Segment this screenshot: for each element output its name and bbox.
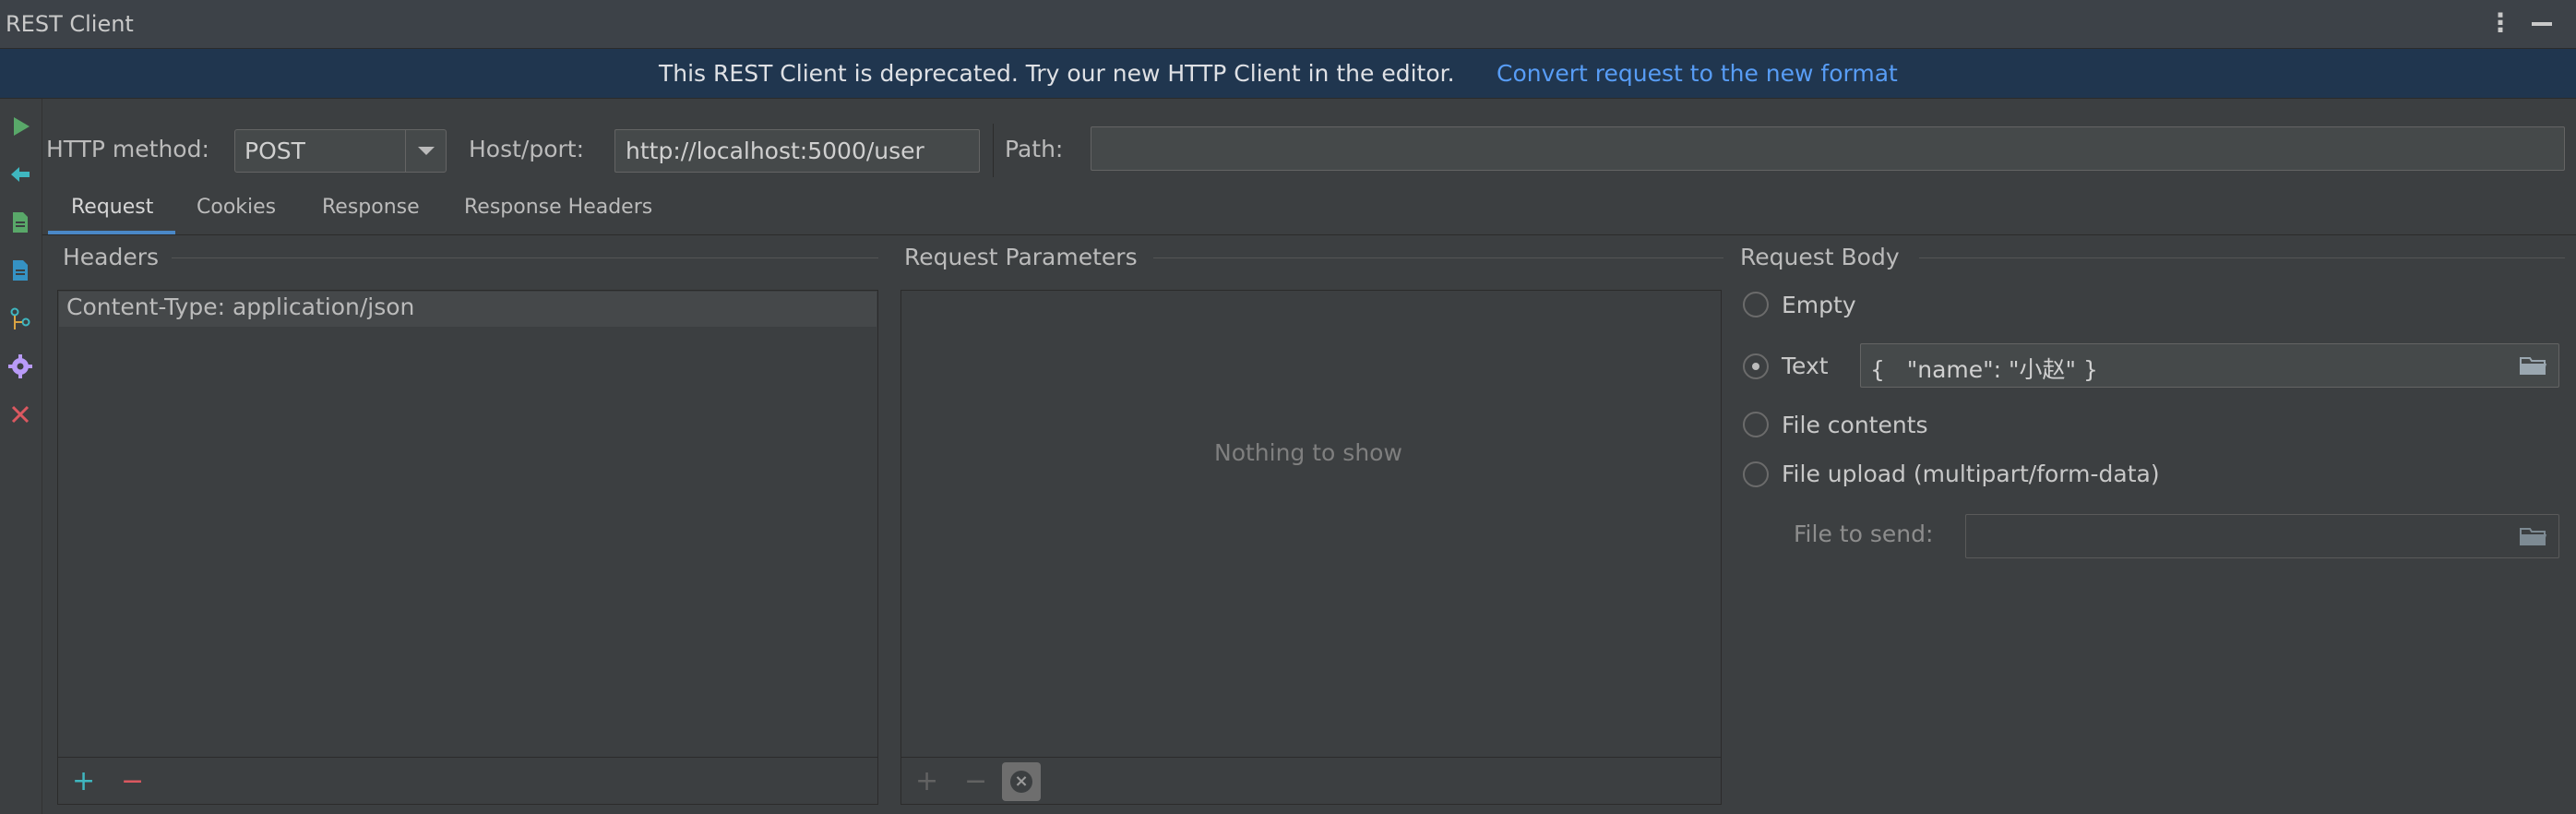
body-title-line [1919, 257, 2565, 258]
request-body-text-input[interactable]: { "name": "小赵" } [1860, 343, 2559, 388]
empty-state-text: Nothing to show [1214, 439, 1402, 466]
radio-file-upload-label[interactable]: File upload (multipart/form-data) [1782, 461, 2160, 487]
tabs-divider [42, 234, 2576, 235]
tab-cookies[interactable]: Cookies [197, 196, 276, 219]
headers-table [57, 290, 878, 805]
clear-icon: × [1010, 771, 1032, 793]
deprecation-banner: This REST Client is deprecated. Try our … [0, 49, 2576, 99]
file-to-send-input[interactable] [1965, 514, 2559, 558]
add-header-button[interactable]: + [72, 768, 95, 796]
params-footer-divider [901, 757, 1721, 758]
run-icon[interactable] [7, 114, 33, 139]
clear-parameters-button[interactable]: × [1002, 762, 1041, 801]
folder-icon[interactable] [2520, 526, 2547, 546]
import-request-icon[interactable] [7, 257, 33, 283]
http-method-label: HTTP method: [46, 136, 209, 162]
window-title: REST Client [6, 11, 134, 37]
tab-response[interactable]: Response [322, 196, 420, 219]
close-icon[interactable] [7, 401, 33, 427]
headers-title-line [172, 257, 878, 258]
chevron-down-icon [418, 147, 435, 155]
http-method-value: POST [244, 138, 305, 164]
radio-file-contents-label[interactable]: File contents [1782, 412, 1928, 438]
more-options-icon[interactable]: ⋮ [2487, 9, 2513, 37]
headers-footer-divider [58, 757, 877, 758]
path-label: Path: [1005, 136, 1064, 162]
headers-title: Headers [63, 244, 160, 270]
convert-request-link[interactable]: Convert request to the new format [1497, 49, 1898, 99]
file-to-send-label: File to send: [1794, 521, 1934, 547]
path-input[interactable] [1091, 126, 2565, 171]
request-parameters-title: Request Parameters [904, 244, 1138, 270]
radio-file-upload[interactable] [1743, 461, 1769, 487]
remove-header-button[interactable]: − [121, 768, 144, 796]
request-body-title: Request Body [1740, 244, 1900, 270]
back-arrow-icon[interactable] [7, 162, 33, 187]
export-request-icon[interactable] [7, 209, 33, 235]
radio-text[interactable] [1743, 353, 1769, 379]
tab-response-headers[interactable]: Response Headers [464, 196, 652, 219]
table-row[interactable]: Content-Type: application/json [59, 292, 877, 327]
http-method-select[interactable]: POST [234, 129, 447, 173]
radio-empty-label[interactable]: Empty [1782, 292, 1856, 318]
params-title-line [1153, 257, 1723, 258]
separator [993, 124, 994, 177]
add-parameter-button: + [915, 765, 939, 797]
rest-client-window: REST Client ⋮ This REST Client is deprec… [0, 0, 2576, 814]
title-bar: REST Client ⋮ [0, 0, 2576, 49]
host-port-label: Host/port: [469, 136, 585, 162]
deprecation-message: This REST Client is deprecated. Try our … [659, 60, 1455, 87]
host-port-input[interactable]: http://localhost:5000/user [614, 129, 980, 173]
minimize-icon[interactable] [2532, 22, 2552, 26]
request-parameters-table [900, 290, 1722, 805]
settings-icon[interactable] [7, 353, 33, 379]
remove-parameter-button: − [964, 765, 988, 797]
left-toolbar [0, 99, 42, 814]
git-branch-icon[interactable] [7, 305, 33, 331]
folder-icon[interactable] [2520, 355, 2547, 376]
dropdown-button[interactable] [405, 130, 446, 172]
radio-empty[interactable] [1743, 292, 1769, 317]
radio-text-label[interactable]: Text [1782, 353, 1829, 379]
tab-request[interactable]: Request [71, 196, 153, 219]
radio-file-contents[interactable] [1743, 412, 1769, 437]
